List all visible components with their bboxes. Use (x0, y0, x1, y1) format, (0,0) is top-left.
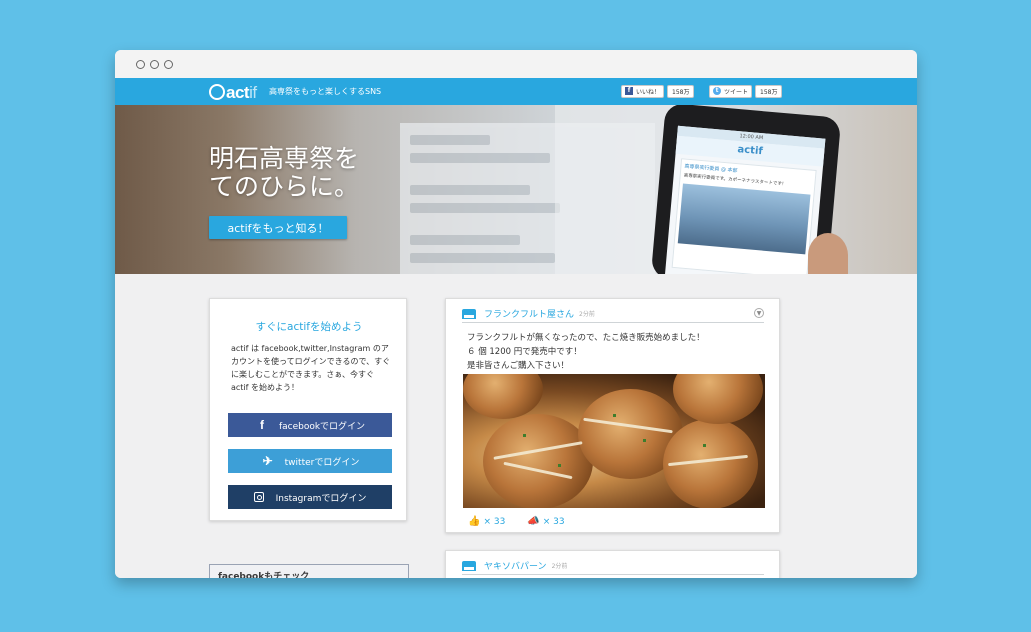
browser-chrome (115, 50, 917, 78)
logo-mark-icon (209, 84, 225, 100)
facebook-icon: f (259, 418, 264, 432)
learn-more-button[interactable]: actifをもっと知る！ (209, 216, 347, 239)
hero-headline: 明石高専祭を てのひらに。 (209, 145, 359, 201)
post-header: フランクフルト屋さん 2分前 ▼ (462, 305, 764, 323)
share-count: × 33 (542, 517, 565, 527)
hero-headline-line2: てのひらに。 (209, 172, 360, 201)
actif-logo[interactable]: actif (209, 83, 257, 103)
twitter-login-button[interactable]: ✈ twitterでログイン (228, 449, 392, 473)
post-text: フランクフルトが無くなったので、たこ焼き販売始めました！ ６ 個 1200 円で… (467, 331, 767, 373)
window-minimize-control[interactable] (150, 60, 159, 69)
tweet-widget: t ツイート 158万 (709, 84, 783, 98)
post-text-line: ６ 個 1200 円で発売中です！ (467, 347, 582, 357)
window-maximize-control[interactable] (164, 60, 173, 69)
post-shop-name[interactable]: ヤキソバパーン (484, 559, 547, 572)
post-header: ヤキソバパーン 2分前 (462, 557, 764, 575)
takoyaki-ball (483, 414, 593, 508)
login-title: すぐにactifを始めよう (255, 321, 363, 333)
like-count: × 33 (483, 517, 506, 527)
browser-window: actif 高専祭をもっと楽しくするSNS f いいね！ 158万 t ツイート… (115, 50, 917, 578)
instagram-camera-icon (253, 492, 264, 502)
facebook-login-button[interactable]: f facebookでログイン (228, 413, 392, 437)
twitter-login-label: twitterでログイン (284, 457, 360, 468)
main-content: すぐにactifを始めよう actif は facebook,twitter,I… (115, 274, 917, 578)
timeline-post: フランクフルト屋さん 2分前 ▼ フランクフルトが無くなったので、たこ焼き販売始… (445, 298, 780, 533)
login-description: actif は facebook,twitter,Instagram のアカウン… (231, 344, 391, 392)
takoyaki-ball (463, 374, 543, 419)
tweet-label: ツイート (724, 88, 749, 96)
facebook-like-label: いいね！ (636, 88, 661, 96)
phone-post-image (677, 183, 811, 255)
instagram-login-label: Instagramでログイン (275, 493, 367, 504)
takoyaki-ball (673, 374, 763, 424)
post-shop-name[interactable]: フランクフルト屋さん (484, 307, 574, 320)
post-text-line: 是非皆さんご購入下さい！ (467, 361, 570, 371)
twitter-bird-icon: t (713, 87, 721, 95)
facebook-login-label: facebookでログイン (278, 421, 366, 432)
aonori-fleck (613, 414, 616, 417)
login-card: すぐにactifを始めよう actif は facebook,twitter,I… (209, 298, 407, 521)
share-action[interactable]: 📣 × 33 (527, 516, 564, 527)
post-actions: 👍 × 33 📣 × 33 (468, 516, 565, 527)
instagram-login-button[interactable]: Instagramでログイン (228, 485, 392, 509)
window-close-control[interactable] (136, 60, 145, 69)
facebook-icon: f (625, 87, 633, 95)
chevron-down-icon[interactable]: ▼ (754, 308, 764, 318)
site-header: actif 高専祭をもっと楽しくするSNS f いいね！ 158万 t ツイート… (115, 78, 917, 105)
hand-image (808, 233, 848, 274)
tweet-button[interactable]: t ツイート (709, 84, 753, 98)
timeline-post: ヤキソバパーン 2分前 (445, 550, 780, 578)
megaphone-icon: 📣 (527, 516, 540, 527)
logo-suffix: if (249, 83, 257, 102)
shop-icon (462, 560, 476, 571)
hero-banner: 明石高専祭を てのひらに。 actifをもっと知る！ 12:00 AM acti… (115, 105, 917, 274)
hero-headline-line1: 明石高専祭を (209, 144, 360, 173)
facebook-page-widget: facebookもチェック (209, 564, 409, 578)
facebook-widget-title: facebookもチェック (210, 565, 408, 578)
thumbs-up-icon: 👍 (468, 516, 481, 527)
facebook-like-count: 158万 (667, 84, 695, 98)
site-tagline: 高専祭をもっと楽しくするSNS (269, 87, 382, 96)
aonori-fleck (523, 434, 526, 437)
aonori-fleck (558, 464, 561, 467)
facebook-like-button[interactable]: f いいね！ (621, 84, 665, 98)
like-action[interactable]: 👍 × 33 (468, 516, 505, 527)
aonori-fleck (703, 444, 706, 447)
tweet-count: 158万 (755, 84, 783, 98)
phone-post-card: 高専祭実行委員 @ 本部 高専祭実行委員です。カポーネナラスタートです！ (671, 158, 817, 274)
twitter-bird-icon: ✈ (262, 454, 273, 468)
post-time: 2分前 (579, 311, 595, 318)
aonori-fleck (643, 439, 646, 442)
post-time: 2分前 (551, 563, 568, 570)
takoyaki-photo[interactable] (463, 374, 765, 508)
phone-screen: 12:00 AM actif 高専祭実行委員 @ 本部 高専祭実行委員です。カポ… (664, 125, 826, 274)
post-text-line: フランクフルトが無くなったので、たこ焼き販売始めました！ (467, 333, 705, 343)
logo-text: act (226, 83, 250, 102)
facebook-like-widget: f いいね！ 158万 (621, 84, 695, 98)
shop-icon (462, 308, 476, 319)
